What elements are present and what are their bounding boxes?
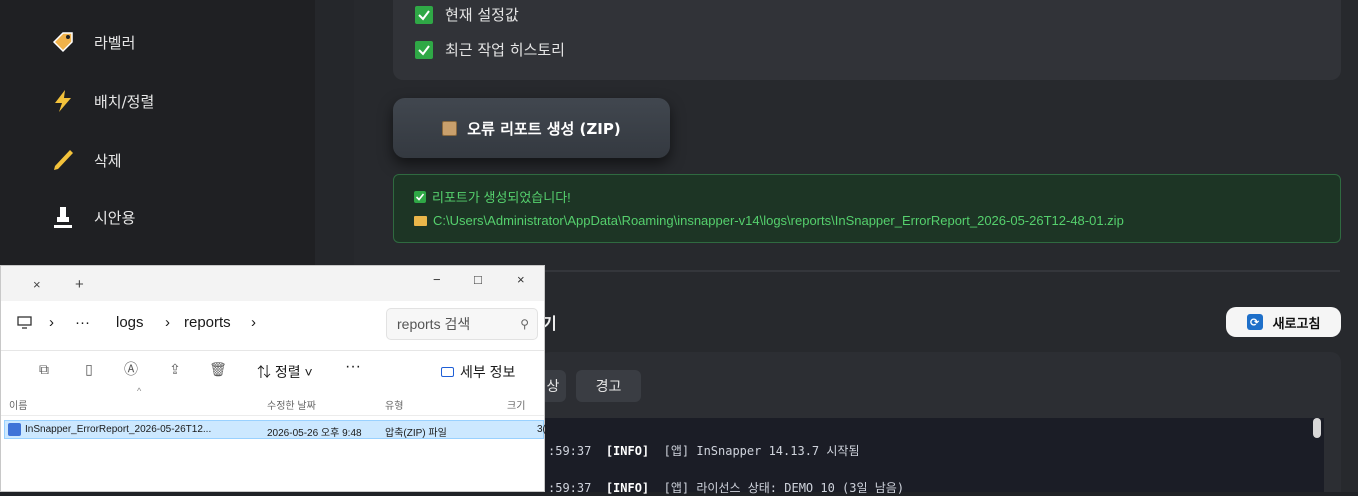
checkbox-current-settings[interactable]: 현재 설정값: [415, 4, 519, 25]
sort-label: 정렬: [274, 364, 301, 380]
rename-icon[interactable]: Ⓐ: [122, 360, 140, 378]
report-path: C:\Users\Administrator\AppData\Roaming\i…: [433, 213, 1124, 228]
copy-icon[interactable]: ⧉: [35, 360, 53, 378]
checkbox-recent-history[interactable]: 최근 작업 히스토리: [415, 39, 565, 60]
minimize-icon[interactable]: −: [433, 272, 441, 287]
chevron-right-icon: ›: [165, 314, 170, 331]
generate-error-report-button[interactable]: 오류 리포트 생성 (ZIP): [393, 98, 670, 158]
breadcrumb-logs[interactable]: logs: [116, 314, 144, 331]
sidebar-item-batch[interactable]: 배치/정렬: [50, 86, 154, 116]
refresh-label: 새로고침: [1272, 316, 1321, 332]
package-icon: [442, 120, 458, 136]
sidebar-item-labeler[interactable]: 라벨러: [50, 27, 135, 57]
refresh-button[interactable]: ⟳ 새로고침: [1226, 307, 1341, 337]
pencil-icon: [50, 147, 82, 173]
details-label: 세부 정보: [460, 364, 516, 380]
maximize-icon[interactable]: □: [474, 272, 482, 287]
sidebar-item-label: 삭제: [94, 151, 122, 170]
search-icon: ⚲: [520, 317, 529, 331]
log-level: [INFO]: [605, 444, 650, 458]
generate-button-label: 오류 리포트 생성 (ZIP): [467, 119, 621, 138]
delete-icon[interactable]: 🗑: [209, 360, 227, 378]
tag-icon: [50, 29, 82, 55]
sidebar-item-label: 배치/정렬: [94, 92, 155, 111]
checkbox-checked-icon: [415, 40, 433, 59]
log-line: :59:37 [INFO] [앱] InSnapper 14.13.7 시작됨: [548, 442, 860, 459]
log-time: :59:37: [548, 481, 592, 495]
breadcrumb-reports[interactable]: reports: [184, 314, 231, 331]
section-divider: [540, 270, 1340, 272]
success-line: 리포트가 생성되었습니다!: [414, 187, 571, 206]
file-name: InSnapper_ErrorReport_2026-05-26T12...: [25, 424, 212, 435]
sidebar-item-delete[interactable]: 삭제: [50, 145, 122, 175]
sort-button[interactable]: ⇅ 정렬 ˅: [257, 362, 313, 382]
checkbox-label: 최근 작업 히스토리: [445, 41, 565, 59]
column-modified[interactable]: 수정한 날짜: [267, 397, 316, 412]
sidebar-item-label: 시안용: [94, 208, 136, 227]
log-scroll-track[interactable]: [1324, 418, 1336, 492]
report-path-line[interactable]: C:\Users\Administrator\AppData\Roaming\i…: [414, 213, 1124, 228]
log-level: [INFO]: [605, 481, 650, 495]
explorer-titlebar: × + − □ ×: [1, 266, 544, 301]
breadcrumb-overflow[interactable]: ···: [75, 314, 90, 331]
window-close-icon[interactable]: ×: [517, 272, 525, 287]
log-time: :59:37: [548, 444, 592, 458]
sidebar-item-label: 라벨러: [94, 33, 136, 52]
log-text: [앱] InSnapper 14.13.7 시작됨: [663, 444, 860, 458]
file-type: 압축(ZIP) 파일: [385, 428, 447, 439]
new-tab-icon[interactable]: +: [75, 276, 84, 293]
search-placeholder: reports 검색: [397, 316, 471, 332]
chevron-right-icon: ›: [49, 314, 54, 331]
monitor-icon[interactable]: [17, 316, 32, 333]
explorer-toolbar: ⧉ ▯ Ⓐ ⇪ 🗑 ⇅ 정렬 ˅ ··· 세부 정보: [1, 352, 544, 388]
column-type[interactable]: 유형: [385, 397, 403, 412]
refresh-icon: ⟳: [1246, 314, 1263, 330]
file-list-header: ^ 이름 수정한 날짜 유형 크기: [1, 386, 544, 416]
details-pane-icon: [441, 367, 454, 377]
file-size: 3(: [537, 424, 546, 435]
explorer-address-bar: › ··· logs › reports › reports 검색 ⚲: [1, 301, 544, 351]
column-name[interactable]: 이름: [9, 397, 27, 412]
more-options-button[interactable]: ···: [345, 358, 361, 376]
lightning-icon: [50, 88, 82, 114]
checkbox-label: 현재 설정값: [445, 6, 519, 24]
folder-icon: [414, 215, 427, 226]
filter-label: 경고: [595, 379, 622, 395]
tab-close-icon[interactable]: ×: [33, 277, 41, 292]
explorer-search-input[interactable]: reports 검색 ⚲: [386, 308, 538, 340]
log-line: :59:37 [INFO] [앱] 라이선스 상태: DEMO 10 (3일 남…: [548, 479, 904, 496]
filter-warning-button[interactable]: 경고: [576, 370, 641, 402]
log-text: [앱] 라이선스 상태: DEMO 10 (3일 남음): [663, 481, 905, 495]
file-row-selected[interactable]: InSnapper_ErrorReport_2026-05-26T12... 2…: [4, 420, 546, 439]
file-modified: 2026-05-26 오후 9:48: [267, 428, 362, 439]
zip-file-icon: [8, 423, 21, 436]
details-pane-button[interactable]: 세부 정보: [441, 362, 515, 382]
sort-ascending-icon: ^: [137, 386, 142, 396]
log-scrollbar-thumb[interactable]: [1313, 418, 1321, 438]
chevron-right-icon: ›: [251, 314, 256, 331]
file-explorer-window: × + − □ × › ··· logs › reports › reports…: [0, 265, 546, 492]
sidebar-item-draft[interactable]: 시안용: [50, 202, 135, 232]
column-size[interactable]: 크기: [507, 397, 525, 412]
success-text: 리포트가 생성되었습니다!: [432, 190, 571, 205]
success-message-box: 리포트가 생성되었습니다! C:\Users\Administrator\App…: [393, 174, 1341, 243]
check-icon: [414, 190, 426, 203]
share-icon[interactable]: ⇪: [166, 360, 184, 378]
checkbox-checked-icon: [415, 5, 433, 24]
filter-label: 상: [546, 379, 560, 395]
paste-icon[interactable]: ▯: [80, 360, 98, 378]
stamp-icon: [50, 204, 82, 230]
